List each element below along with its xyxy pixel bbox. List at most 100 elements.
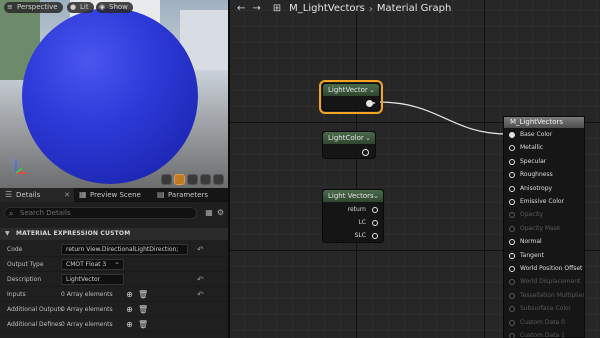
node-light-color[interactable]: LightColor ⌄ <box>322 131 376 159</box>
trash-icon[interactable]: 🗑 <box>138 305 148 314</box>
input-pin[interactable] <box>509 185 515 192</box>
tab-details[interactable]: ☰ Details ✕ <box>0 188 74 202</box>
material-input-row[interactable]: World Position Offset <box>509 263 582 275</box>
search-details-input[interactable]: ⌕ Search Details <box>4 207 197 219</box>
material-input-label: Specular <box>520 157 547 165</box>
reset-arrow-icon[interactable]: ↶ <box>197 274 204 285</box>
input-pin[interactable] <box>509 158 515 165</box>
output-pin[interactable] <box>372 207 378 213</box>
input-pin <box>509 212 515 219</box>
show-menu[interactable]: ◉ Show <box>96 2 133 13</box>
input-pin[interactable] <box>509 172 515 179</box>
material-result-header[interactable]: M_LightVectors <box>504 117 584 128</box>
input-pin[interactable] <box>509 239 515 246</box>
preview-scene-icon: ▦ <box>79 190 87 199</box>
close-icon[interactable]: ✕ <box>64 188 70 202</box>
material-input-label: Anisotropy <box>520 184 553 192</box>
material-graph[interactable]: ← → ⊞ M_LightVectors › Material Graph Li… <box>230 0 600 338</box>
material-input-label: Tangent <box>520 251 544 259</box>
gear-icon[interactable]: ⚙ <box>217 207 224 219</box>
collapse-arrow-icon: ▼ <box>5 230 10 237</box>
output-pin[interactable] <box>372 220 378 226</box>
reset-arrow-icon[interactable]: ↶ <box>197 244 204 255</box>
add-element-icon[interactable]: ⊕ <box>125 320 134 329</box>
material-input-row: World Displacement <box>509 276 580 288</box>
material-input-row[interactable]: Tangent <box>509 250 544 262</box>
perspective-label: Perspective <box>17 3 58 11</box>
input-pin[interactable] <box>509 145 515 152</box>
sphere-preview-button[interactable] <box>174 174 185 185</box>
input-pin[interactable] <box>509 199 515 205</box>
output-pin[interactable] <box>366 100 376 107</box>
material-input-row[interactable]: Roughness <box>509 169 553 181</box>
output-slc[interactable]: SLC <box>355 230 378 242</box>
material-input-row: Subsurface Color <box>509 303 571 315</box>
prop-additional-outputs: Additional Outputs 0 Array elements ⊕ 🗑 <box>0 302 228 317</box>
trash-icon[interactable]: 🗑 <box>138 320 148 329</box>
output-pin[interactable] <box>372 233 378 239</box>
show-icon: ◉ <box>99 3 106 11</box>
prop-inputs: Inputs 0 Array elements ⊕ 🗑 ↶ <box>0 287 228 302</box>
description-field[interactable]: LightVector <box>61 274 124 285</box>
output-type-dropdown[interactable]: CMOT Float 3 <box>61 259 124 270</box>
material-input-row[interactable]: Anisotropy <box>509 183 552 195</box>
inputs-value: 0 Array elements <box>61 291 113 298</box>
menu-icon: ≡ <box>7 3 13 11</box>
material-input-label: Normal <box>520 238 542 246</box>
node-light-vector[interactable]: LightVector ⌄ <box>319 80 383 114</box>
node-light-vectors-title: Light Vectors <box>328 192 374 200</box>
output-pin[interactable] <box>362 149 369 156</box>
code-field[interactable]: return View.DirectionalLightDirection; <box>61 244 188 255</box>
material-editor: ≡ Perspective ● Lit ◉ Show z ☰ Details ✕… <box>0 0 600 338</box>
input-pin <box>509 292 515 299</box>
add-element-icon[interactable]: ⊕ <box>125 290 134 299</box>
cube-preview-button[interactable] <box>200 174 211 185</box>
cylinder-preview-button[interactable] <box>161 174 172 185</box>
output-return[interactable]: return <box>348 204 378 216</box>
material-input-row[interactable]: Normal <box>509 236 542 248</box>
material-input-row: Opacity Mask <box>509 223 560 235</box>
prop-output-type: Output Type CMOT Float 3 <box>0 257 228 272</box>
tab-parameters[interactable]: ▤ Parameters <box>152 188 226 202</box>
material-input-row[interactable]: Specular <box>509 156 546 168</box>
input-pin <box>509 306 515 313</box>
section-header[interactable]: ▼ MATERIAL EXPRESSION CUSTOM <box>0 228 228 240</box>
tab-preview-scene[interactable]: ▦ Preview Scene <box>74 188 152 202</box>
material-input-row[interactable]: Emissive Color <box>509 196 564 208</box>
perspective-menu[interactable]: ≡ Perspective <box>4 2 63 13</box>
node-light-vectors-header[interactable]: Light Vectors ⌄ <box>323 190 383 202</box>
chevron-down-icon[interactable]: ⌄ <box>369 84 375 96</box>
chevron-down-icon[interactable]: ⌄ <box>373 190 379 202</box>
reset-arrow-icon[interactable]: ↶ <box>197 289 204 300</box>
node-light-vectors[interactable]: Light Vectors ⌄ return LC SLC <box>322 189 384 243</box>
input-pin[interactable] <box>509 266 515 272</box>
show-label: Show <box>109 3 128 11</box>
material-input-label: World Displacement <box>520 278 581 286</box>
chevron-down-icon[interactable]: ⌄ <box>365 132 371 144</box>
output-slc-label: SLC <box>354 232 366 239</box>
material-input-row: Custom Data 1 <box>509 330 565 338</box>
node-light-vector-header[interactable]: LightVector ⌄ <box>323 84 379 96</box>
material-input-row: Opacity <box>509 209 543 221</box>
lit-label: Lit <box>80 3 89 11</box>
material-input-label: World Position Offset <box>520 265 583 272</box>
grid-view-icon[interactable]: ▦ <box>205 207 213 219</box>
node-light-color-header[interactable]: LightColor ⌄ <box>323 132 375 144</box>
input-pin <box>509 225 515 232</box>
lit-menu[interactable]: ● Lit <box>67 2 94 13</box>
node-light-vector-title: LightVector <box>328 86 368 94</box>
add-element-icon[interactable]: ⊕ <box>125 305 134 314</box>
material-input-row[interactable]: Metallic <box>509 142 543 154</box>
custom-mesh-preview-button[interactable] <box>213 174 224 185</box>
input-pin[interactable] <box>509 252 515 259</box>
material-input-row[interactable]: Base Color <box>509 129 552 141</box>
node-material-result[interactable]: M_LightVectors Base Color Metallic Specula… <box>503 116 585 338</box>
prop-description: Description LightVector ↶ <box>0 272 228 287</box>
plane-preview-button[interactable] <box>187 174 198 185</box>
prop-code-name: Code <box>7 246 23 253</box>
output-lc[interactable]: LC <box>358 217 378 229</box>
trash-icon[interactable]: 🗑 <box>138 290 148 299</box>
input-pin[interactable] <box>509 132 515 138</box>
tab-preview-scene-label: Preview Scene <box>90 191 141 199</box>
preview-viewport[interactable]: ≡ Perspective ● Lit ◉ Show z <box>0 0 228 188</box>
